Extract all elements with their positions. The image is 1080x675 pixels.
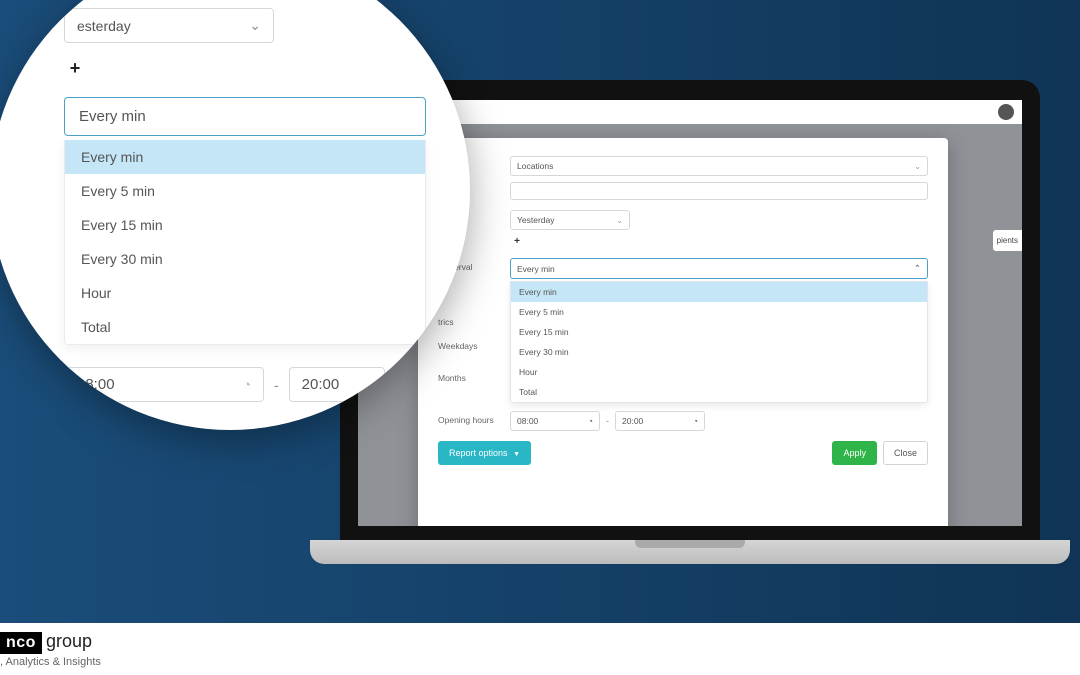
chevron-down-icon: ⌄ xyxy=(249,17,261,34)
zoom-interval-option[interactable]: Every min xyxy=(65,140,425,174)
interval-select[interactable]: Every min ⌃ xyxy=(510,258,928,279)
zoom-start-time-input[interactable]: 08:00 ◔ xyxy=(64,367,264,402)
weekdays-label: Weekdays xyxy=(438,337,510,351)
zoom-interval-option[interactable]: Hour xyxy=(65,276,425,310)
source-select[interactable]: Locations ⌄ xyxy=(510,156,928,176)
brand-bar: nco group , Analytics & Insights xyxy=(0,623,1080,675)
zoom-interval-option[interactable]: Total xyxy=(65,310,425,344)
opening-hours-label: Opening hours xyxy=(438,411,510,425)
modal-footer: Report options ▼ Apply Close xyxy=(438,441,928,465)
filters-modal: Source Locations ⌄ od Yeste xyxy=(418,138,948,526)
chevron-down-icon: ⌄ xyxy=(616,216,623,225)
months-label: Months xyxy=(438,369,510,383)
clock-icon: ◔ xyxy=(588,416,593,426)
zoom-period-select[interactable]: esterday ⌄ xyxy=(64,8,274,43)
zoom-interval-select[interactable]: Every min xyxy=(64,97,426,136)
avatar-icon[interactable] xyxy=(998,104,1014,120)
recipients-tab[interactable]: pients xyxy=(993,230,1022,251)
zoom-time-separator: - xyxy=(274,377,279,393)
triangle-down-icon: ▼ xyxy=(513,451,520,458)
zoom-add-button[interactable]: + xyxy=(64,57,86,79)
zoom-interval-value: Every min xyxy=(79,108,146,125)
period-selected: Yesterday xyxy=(517,215,555,225)
chevron-up-icon: ⌃ xyxy=(914,263,921,274)
time-separator: - xyxy=(606,416,609,426)
zoom-start-time-value: 08:00 xyxy=(77,376,115,393)
weekdays-row: Weekdays xyxy=(438,337,928,351)
chevron-down-icon: ⌄ xyxy=(914,162,921,171)
add-period-button[interactable]: + xyxy=(510,234,524,248)
source-selected: Locations xyxy=(517,161,553,171)
opening-end-input[interactable]: 20:00 ◔ xyxy=(615,411,705,431)
zoom-interval-dropdown: Every min Every 5 min Every 15 min Every… xyxy=(64,140,426,345)
logo-text: group xyxy=(46,631,92,652)
period-row: od Yesterday ⌄ + xyxy=(438,210,928,248)
clock-icon: ◔ xyxy=(243,377,251,392)
laptop-base xyxy=(310,540,1070,564)
opening-hours-row: Opening hours 08:00 ◔ - 20:00 ◔ xyxy=(438,411,928,431)
laptop-notch xyxy=(635,540,745,548)
logo: nco group , Analytics & Insights xyxy=(0,631,101,668)
zoom-end-time-value: 20:00 xyxy=(302,376,340,393)
close-button[interactable]: Close xyxy=(883,441,928,465)
report-options-label: Report options xyxy=(449,448,508,458)
report-options-button[interactable]: Report options ▼ xyxy=(438,441,531,465)
months-row: Months xyxy=(438,369,928,383)
zoom-period-value: esterday xyxy=(77,18,131,34)
zoom-interval-option[interactable]: Every 30 min xyxy=(65,242,425,276)
interval-option[interactable]: Every min xyxy=(511,282,927,302)
metrics-row: trics xyxy=(438,313,928,327)
period-select[interactable]: Yesterday ⌄ xyxy=(510,210,630,230)
zoom-interval-option[interactable]: Every 15 min xyxy=(65,208,425,242)
source-extra-input[interactable] xyxy=(510,182,928,200)
opening-start-value: 08:00 xyxy=(517,416,538,426)
metrics-label: trics xyxy=(438,313,510,327)
source-row: Source Locations ⌄ xyxy=(438,156,928,200)
zoom-interval-option[interactable]: Every 5 min xyxy=(65,174,425,208)
opening-start-input[interactable]: 08:00 ◔ xyxy=(510,411,600,431)
opening-end-value: 20:00 xyxy=(622,416,643,426)
logo-mark: nco xyxy=(0,632,42,654)
logo-subtitle: , Analytics & Insights xyxy=(0,656,101,668)
apply-button[interactable]: Apply xyxy=(832,441,877,465)
interval-value: Every min xyxy=(517,264,555,274)
interval-option[interactable]: Total xyxy=(511,382,927,402)
clock-icon: ◔ xyxy=(693,416,698,426)
